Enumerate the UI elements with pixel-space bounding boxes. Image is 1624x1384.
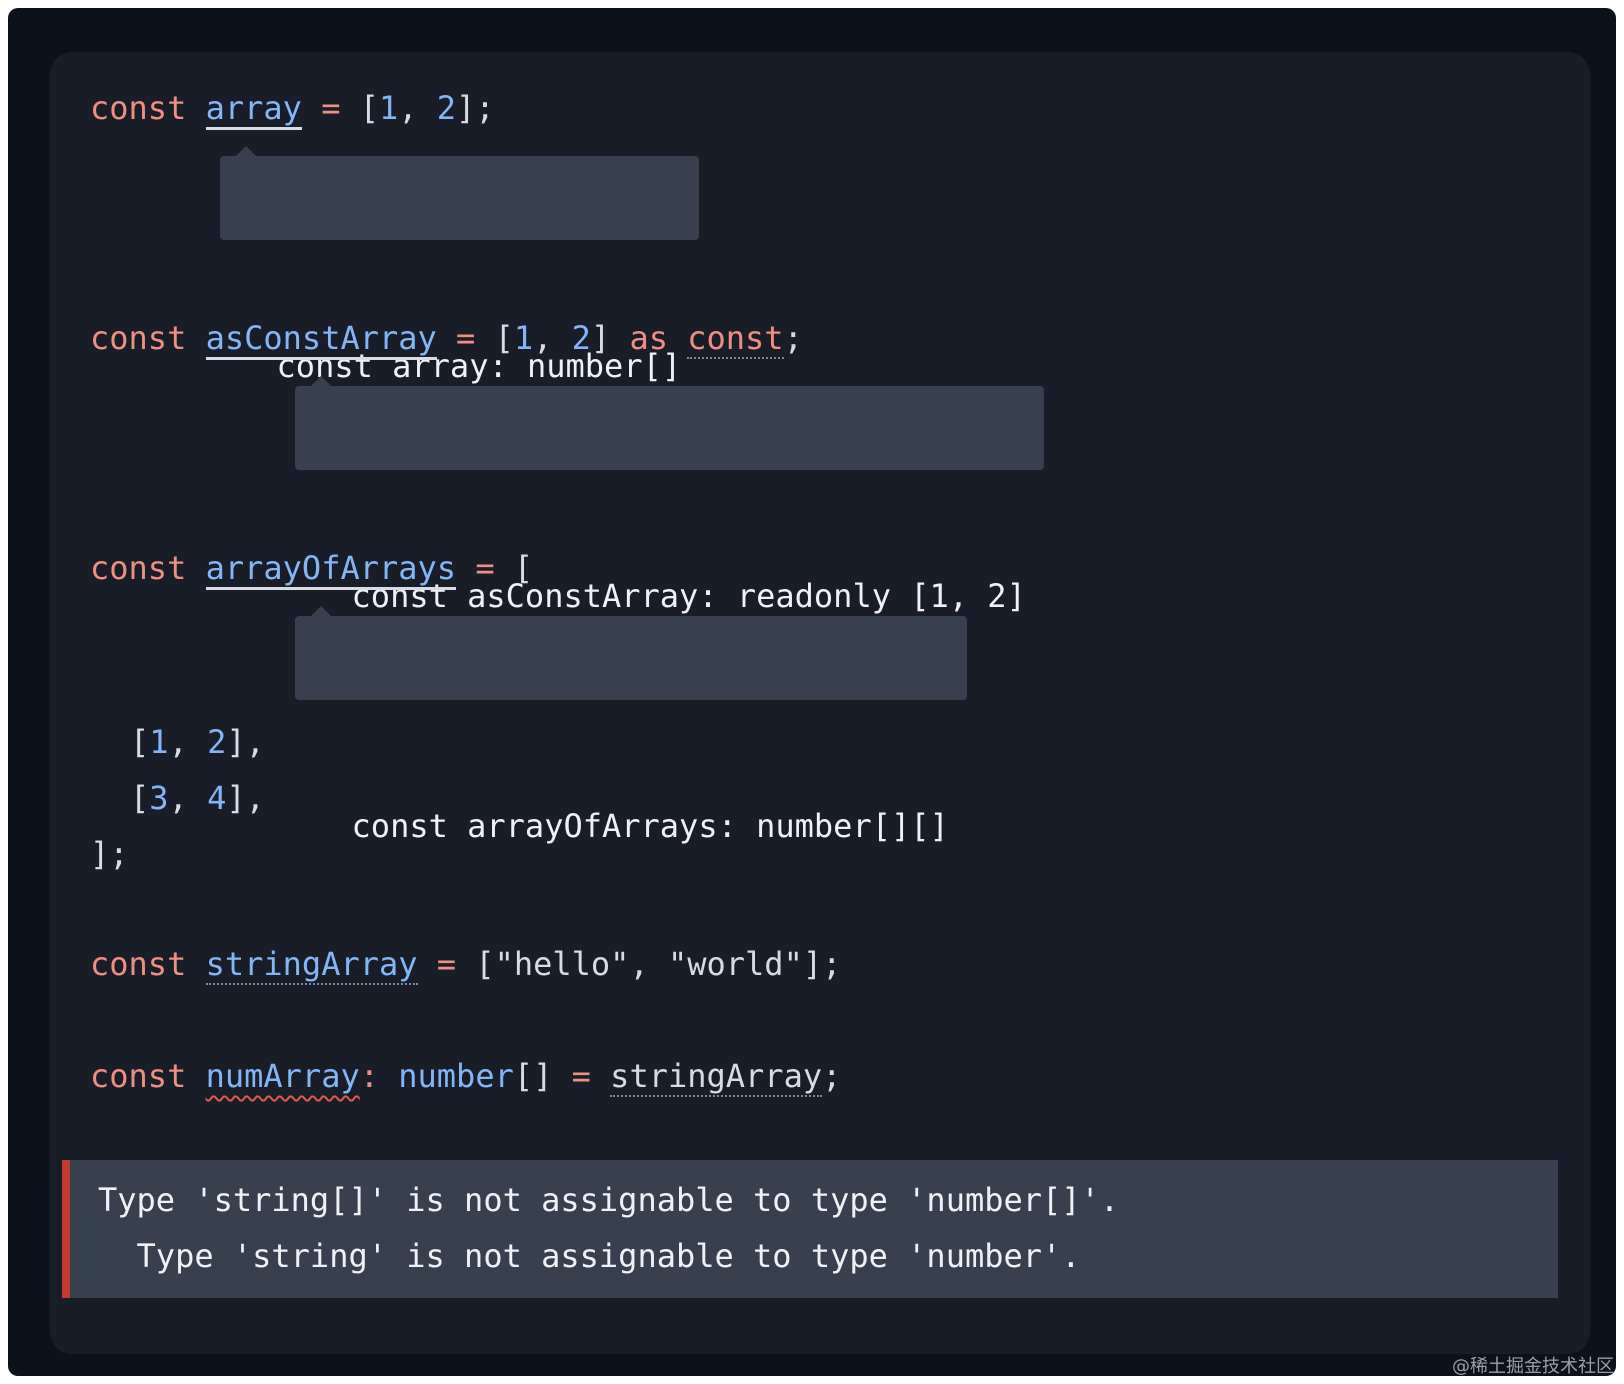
bracket-open: [	[359, 89, 379, 127]
identifier-stringArray-ref[interactable]: stringArray	[610, 1057, 823, 1097]
comma: ,	[533, 319, 572, 357]
bracket-close: ]	[590, 319, 611, 357]
keyword-const: const	[90, 319, 187, 357]
keyword-const: const	[90, 945, 187, 983]
number-literal: 2	[207, 723, 227, 761]
identifier-array[interactable]: array	[205, 89, 302, 130]
identifier-numArray-error[interactable]: numArray	[206, 1057, 360, 1095]
semicolon: ;	[822, 1057, 842, 1095]
bracket-close: ],	[226, 779, 265, 817]
code-line-8: const numArray: number[] = stringArray;	[90, 1048, 841, 1104]
tooltip-arrow	[309, 376, 333, 388]
operator-equals: =	[436, 945, 457, 983]
number-literal: 1	[378, 89, 399, 127]
type-colon: :	[359, 1057, 379, 1095]
code-editor	[50, 52, 1590, 1354]
keyword-const-assertion[interactable]: const	[687, 319, 784, 359]
bracket-close: ];	[90, 835, 129, 873]
code-line-7: const stringArray = ["hello", "world"];	[90, 936, 841, 992]
comma: ,	[168, 723, 208, 761]
number-literal: 3	[149, 779, 169, 817]
keyword-const: const	[90, 89, 187, 127]
error-message-line-2: Type 'string' is not assignable to type …	[98, 1237, 1081, 1275]
keyword-const: const	[90, 1057, 187, 1095]
number-literal: 1	[513, 319, 534, 357]
keyword-const: const	[90, 549, 187, 587]
identifier-asConstArray[interactable]: asConstArray	[205, 319, 437, 360]
bracket-open: [	[130, 779, 150, 817]
operator-equals: =	[321, 89, 341, 127]
number-literal: 4	[207, 779, 227, 817]
operator-equals: =	[475, 549, 495, 587]
code-line-4: [1, 2],	[130, 714, 265, 770]
operator-equals: =	[456, 319, 476, 357]
code-line-6: ];	[90, 826, 129, 882]
number-literal: 2	[436, 89, 457, 127]
error-message-box: Type 'string[]' is not assignable to typ…	[62, 1160, 1558, 1298]
tooltip-text: const arrayOfArrays: number[][]	[351, 807, 949, 845]
number-literal: 2	[571, 319, 591, 357]
bracket-close: ];	[802, 945, 842, 983]
bracket-open: [	[475, 945, 495, 983]
array-brackets: []	[513, 1057, 553, 1095]
type-hover-tooltip-arrayOfArrays: const arrayOfArrays: number[][]	[295, 606, 967, 845]
keyword-as: as	[629, 319, 668, 357]
type-number: number	[398, 1057, 514, 1095]
comma: ,	[168, 779, 208, 817]
tooltip-arrow	[309, 606, 333, 618]
string-literal: "hello"	[494, 945, 630, 983]
type-hover-tooltip-asConstArray: const asConstArray: readonly [1, 2]	[295, 376, 1044, 615]
bracket-open: [	[130, 723, 150, 761]
code-line-3: const arrayOfArrays = [	[90, 540, 533, 596]
code-line-5: [3, 4],	[130, 770, 265, 826]
operator-equals: =	[571, 1057, 591, 1095]
string-literal: "world"	[667, 945, 803, 983]
bracket-close: ],	[226, 723, 265, 761]
bracket-open: [	[494, 319, 514, 357]
bracket-open: [	[513, 549, 534, 587]
type-hover-tooltip-array: const array: number[]	[220, 146, 700, 385]
number-literal: 1	[149, 723, 169, 761]
identifier-stringArray[interactable]: stringArray	[205, 945, 418, 985]
tooltip-arrow	[234, 146, 258, 158]
code-line-2: const asConstArray = [1, 2] as const;	[90, 310, 803, 366]
semicolon: ;	[783, 319, 803, 357]
comma: ,	[398, 89, 437, 127]
comma: ,	[629, 945, 668, 983]
code-line-1: const array = [1, 2];	[90, 80, 495, 136]
bracket-close: ];	[456, 89, 495, 127]
error-message-line-1: Type 'string[]' is not assignable to typ…	[98, 1181, 1120, 1219]
watermark: @稀土掘金技术社区	[1452, 1356, 1614, 1377]
identifier-arrayOfArrays[interactable]: arrayOfArrays	[205, 549, 457, 590]
